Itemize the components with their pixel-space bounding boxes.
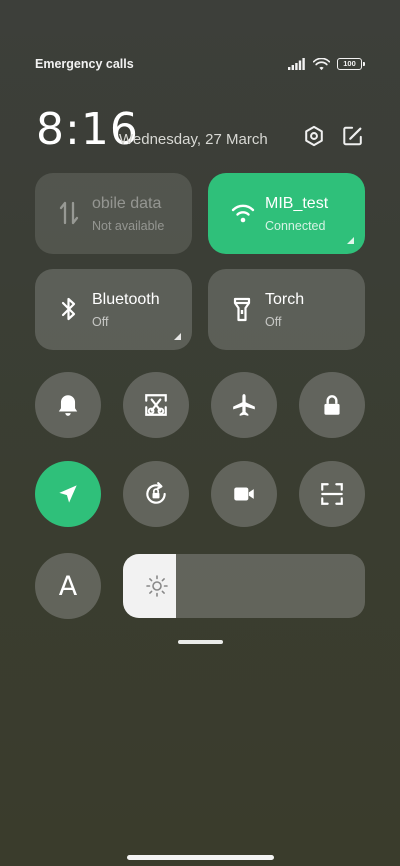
signal-icon bbox=[288, 58, 305, 70]
wifi-status: Connected bbox=[265, 219, 326, 233]
lock-screen-toggle[interactable] bbox=[299, 372, 365, 438]
panel-handle[interactable] bbox=[178, 640, 223, 644]
airplane-icon bbox=[233, 394, 255, 416]
battery-icon: 100 bbox=[337, 58, 365, 70]
wifi-tile[interactable]: MIB_test Connected bbox=[208, 173, 365, 254]
date: Wednesday, 27 March bbox=[119, 131, 268, 148]
status-bar: Emergency calls o 100 bbox=[35, 56, 365, 72]
screenshot-icon bbox=[145, 394, 167, 416]
sun-icon bbox=[146, 575, 168, 597]
rotation-lock-icon bbox=[146, 482, 166, 504]
status-icons: 100 bbox=[288, 57, 365, 71]
mobile-data-title: obile data bbox=[92, 195, 162, 212]
screen-recorder-toggle[interactable] bbox=[211, 461, 277, 527]
sound-toggle[interactable] bbox=[35, 372, 101, 438]
font-size-label: A bbox=[58, 570, 78, 602]
torch-status: Off bbox=[265, 315, 282, 329]
rotation-lock-toggle[interactable] bbox=[123, 461, 189, 527]
lock-icon bbox=[324, 395, 340, 415]
wifi-icon bbox=[231, 204, 255, 223]
torch-title: Torch bbox=[265, 291, 305, 308]
bluetooth-expand-icon[interactable] bbox=[174, 333, 181, 340]
brightness-slider[interactable] bbox=[123, 554, 365, 618]
video-camera-icon bbox=[234, 487, 254, 501]
edit-icon[interactable] bbox=[342, 125, 364, 147]
scan-icon bbox=[321, 483, 343, 505]
font-size-toggle[interactable]: A bbox=[35, 553, 101, 619]
bluetooth-status: Off bbox=[92, 315, 109, 329]
airplane-mode-toggle[interactable] bbox=[211, 372, 277, 438]
wifi-status-icon bbox=[313, 57, 330, 70]
scanner-toggle[interactable] bbox=[299, 461, 365, 527]
wifi-expand-icon[interactable] bbox=[347, 237, 354, 244]
carrier-text: Emergency calls o bbox=[35, 57, 137, 71]
bell-icon bbox=[58, 395, 78, 416]
mobile-data-status: Not available bbox=[92, 219, 165, 233]
settings-icon[interactable] bbox=[303, 125, 325, 147]
home-indicator[interactable] bbox=[127, 855, 274, 860]
bluetooth-tile[interactable]: Bluetooth Off bbox=[35, 269, 192, 350]
bluetooth-title: Bluetooth bbox=[92, 291, 160, 308]
mobile-data-icon bbox=[59, 201, 79, 225]
wifi-title: MIB_test bbox=[265, 195, 329, 212]
location-toggle[interactable] bbox=[35, 461, 101, 527]
mobile-data-tile[interactable]: obile data Not available bbox=[35, 173, 192, 254]
bluetooth-icon bbox=[61, 297, 76, 321]
screenshot-toggle[interactable] bbox=[123, 372, 189, 438]
torch-tile[interactable]: Torch Off bbox=[208, 269, 365, 350]
torch-icon bbox=[233, 297, 251, 322]
location-icon bbox=[59, 485, 77, 503]
